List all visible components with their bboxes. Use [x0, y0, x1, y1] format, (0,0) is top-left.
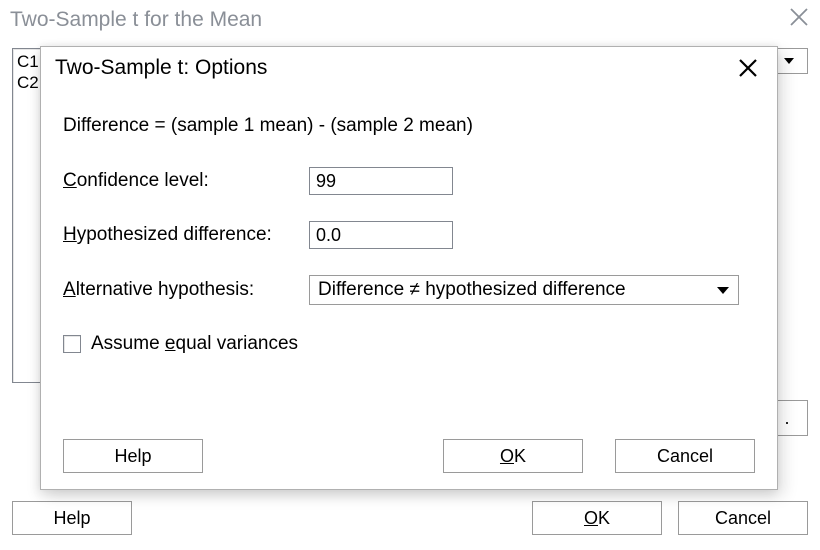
bg-window-title: Two-Sample t for the Mean — [10, 8, 262, 32]
alternative-hypothesis-label: Alternative hypothesis: — [63, 279, 309, 301]
hypothesized-difference-input[interactable] — [309, 221, 453, 249]
hypothesized-difference-label: Hypothesized difference: — [63, 224, 309, 246]
dialog-title: Two-Sample t: Options — [55, 56, 267, 80]
assume-equal-variances-row: Assume equal variances — [63, 333, 755, 355]
chevron-down-icon — [708, 277, 737, 303]
confidence-level-label: Confidence level: — [63, 170, 309, 192]
chevron-down-icon — [784, 58, 794, 64]
close-icon — [738, 58, 758, 78]
bg-help-button[interactable]: Help — [12, 501, 132, 535]
difference-formula: Difference = (sample 1 mean) - (sample 2… — [63, 115, 755, 137]
dialog-close-button[interactable] — [733, 53, 763, 83]
bg-close-icon[interactable] — [790, 8, 808, 32]
dialog-ok-button[interactable]: OK — [443, 439, 583, 473]
bg-titlebar: Two-Sample t for the Mean — [0, 0, 820, 40]
alternative-hypothesis-row: Alternative hypothesis: Difference ≠ hyp… — [63, 275, 755, 305]
bg-ok-button[interactable]: OK — [532, 501, 662, 535]
bg-button-row: Help OK Cancel — [12, 498, 808, 538]
alternative-hypothesis-select[interactable]: Difference ≠ hypothesized difference — [309, 275, 739, 305]
dialog-button-row: Help OK Cancel — [63, 439, 755, 473]
dialog-help-button[interactable]: Help — [63, 439, 203, 473]
confidence-level-input[interactable] — [309, 167, 453, 195]
main-window: Two-Sample t for the Mean C1 C2 . Help O… — [0, 0, 820, 550]
hypothesized-difference-row: Hypothesized difference: — [63, 221, 755, 249]
options-dialog: Two-Sample t: Options Difference = (samp… — [40, 46, 778, 490]
dialog-cancel-button[interactable]: Cancel — [615, 439, 755, 473]
dialog-titlebar: Two-Sample t: Options — [41, 47, 777, 89]
bg-cancel-button[interactable]: Cancel — [678, 501, 808, 535]
alternative-hypothesis-value: Difference ≠ hypothesized difference — [318, 279, 626, 301]
confidence-level-row: Confidence level: — [63, 167, 755, 195]
dialog-body: Difference = (sample 1 mean) - (sample 2… — [41, 89, 777, 367]
bg-side-button-label: . — [784, 408, 789, 429]
assume-equal-variances-label: Assume equal variances — [91, 333, 298, 355]
assume-equal-variances-checkbox[interactable] — [63, 335, 81, 353]
